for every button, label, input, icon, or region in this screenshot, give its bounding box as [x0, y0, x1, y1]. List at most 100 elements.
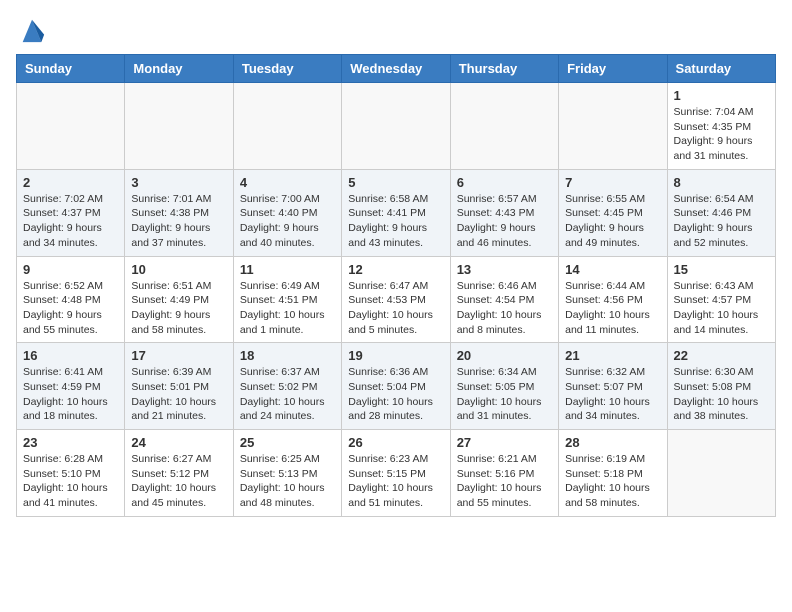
calendar-day-cell: 27 Sunrise: 6:21 AM Sunset: 5:16 PM Dayli… — [450, 430, 558, 517]
day-number: 8 — [674, 175, 769, 190]
calendar-day-cell: 25Sunrise: 6:25 AM Sunset: 5:13 PM Dayli… — [233, 430, 341, 517]
logo-icon — [18, 16, 46, 44]
day-number: 2 — [23, 175, 118, 190]
calendar-header-row: SundayMondayTuesdayWednesdayThursdayFrid… — [17, 55, 776, 83]
calendar-day-cell: 3 Sunrise: 7:01 AM Sunset: 4:38 PM Daylig… — [125, 169, 233, 256]
day-info: Sunrise: 6:36 AM Sunset: 5:04 PM Dayligh… — [348, 365, 443, 424]
day-number: 24 — [131, 435, 226, 450]
calendar-day-cell: 9 Sunrise: 6:52 AM Sunset: 4:48 PM Daylig… — [17, 256, 125, 343]
day-info: Sunrise: 6:55 AM Sunset: 4:45 PM Dayligh… — [565, 192, 660, 251]
calendar-day-cell: 7 Sunrise: 6:55 AM Sunset: 4:45 PM Daylig… — [559, 169, 667, 256]
calendar-day-cell: 5 Sunrise: 6:58 AM Sunset: 4:41 PM Daylig… — [342, 169, 450, 256]
calendar-day-cell: 23 Sunrise: 6:28 AM Sunset: 5:10 PM Dayli… — [17, 430, 125, 517]
calendar-day-cell: 21 Sunrise: 6:32 AM Sunset: 5:07 PM Dayli… — [559, 343, 667, 430]
calendar-day-cell: 6Sunrise: 6:57 AM Sunset: 4:43 PM Daylig… — [450, 169, 558, 256]
day-info: Sunrise: 7:02 AM Sunset: 4:37 PM Dayligh… — [23, 192, 118, 251]
calendar-day-cell: 14 Sunrise: 6:44 AM Sunset: 4:56 PM Dayli… — [559, 256, 667, 343]
day-info: Sunrise: 6:47 AM Sunset: 4:53 PM Dayligh… — [348, 279, 443, 338]
day-info: Sunrise: 6:54 AM Sunset: 4:46 PM Dayligh… — [674, 192, 769, 251]
day-info: Sunrise: 6:49 AM Sunset: 4:51 PM Dayligh… — [240, 279, 335, 338]
day-info: Sunrise: 6:19 AM Sunset: 5:18 PM Dayligh… — [565, 452, 660, 511]
day-number: 13 — [457, 262, 552, 277]
day-info: Sunrise: 6:52 AM Sunset: 4:48 PM Dayligh… — [23, 279, 118, 338]
calendar-day-cell — [667, 430, 775, 517]
calendar-day-cell: 17 Sunrise: 6:39 AM Sunset: 5:01 PM Dayli… — [125, 343, 233, 430]
calendar-week-row: 1 Sunrise: 7:04 AM Sunset: 4:35 PM Daylig… — [17, 83, 776, 170]
calendar-week-row: 9 Sunrise: 6:52 AM Sunset: 4:48 PM Daylig… — [17, 256, 776, 343]
day-number: 5 — [348, 175, 443, 190]
calendar-day-cell: 12 Sunrise: 6:47 AM Sunset: 4:53 PM Dayli… — [342, 256, 450, 343]
day-info: Sunrise: 6:27 AM Sunset: 5:12 PM Dayligh… — [131, 452, 226, 511]
day-number: 17 — [131, 348, 226, 363]
calendar-day-cell — [559, 83, 667, 170]
calendar-day-cell — [450, 83, 558, 170]
day-info: Sunrise: 6:44 AM Sunset: 4:56 PM Dayligh… — [565, 279, 660, 338]
calendar-day-header: Sunday — [17, 55, 125, 83]
calendar-day-cell: 16 Sunrise: 6:41 AM Sunset: 4:59 PM Dayli… — [17, 343, 125, 430]
calendar-week-row: 2 Sunrise: 7:02 AM Sunset: 4:37 PM Daylig… — [17, 169, 776, 256]
calendar-day-header: Thursday — [450, 55, 558, 83]
day-info: Sunrise: 6:51 AM Sunset: 4:49 PM Dayligh… — [131, 279, 226, 338]
day-info: Sunrise: 6:39 AM Sunset: 5:01 PM Dayligh… — [131, 365, 226, 424]
day-info: Sunrise: 7:00 AM Sunset: 4:40 PM Dayligh… — [240, 192, 335, 251]
day-number: 16 — [23, 348, 118, 363]
calendar-day-header: Friday — [559, 55, 667, 83]
day-number: 15 — [674, 262, 769, 277]
calendar-day-cell: 4 Sunrise: 7:00 AM Sunset: 4:40 PM Daylig… — [233, 169, 341, 256]
calendar-day-cell — [233, 83, 341, 170]
day-number: 27 — [457, 435, 552, 450]
calendar-day-cell: 1 Sunrise: 7:04 AM Sunset: 4:35 PM Daylig… — [667, 83, 775, 170]
day-info: Sunrise: 6:32 AM Sunset: 5:07 PM Dayligh… — [565, 365, 660, 424]
day-number: 18 — [240, 348, 335, 363]
day-info: Sunrise: 7:01 AM Sunset: 4:38 PM Dayligh… — [131, 192, 226, 251]
calendar-day-header: Tuesday — [233, 55, 341, 83]
calendar-day-cell: 8 Sunrise: 6:54 AM Sunset: 4:46 PM Daylig… — [667, 169, 775, 256]
calendar-day-cell — [125, 83, 233, 170]
calendar-week-row: 16 Sunrise: 6:41 AM Sunset: 4:59 PM Dayli… — [17, 343, 776, 430]
day-number: 14 — [565, 262, 660, 277]
day-info: Sunrise: 7:04 AM Sunset: 4:35 PM Dayligh… — [674, 105, 769, 164]
day-number: 28 — [565, 435, 660, 450]
calendar-table: SundayMondayTuesdayWednesdayThursdayFrid… — [16, 54, 776, 517]
day-number: 20 — [457, 348, 552, 363]
day-number: 12 — [348, 262, 443, 277]
day-info: Sunrise: 6:58 AM Sunset: 4:41 PM Dayligh… — [348, 192, 443, 251]
day-info: Sunrise: 6:37 AM Sunset: 5:02 PM Dayligh… — [240, 365, 335, 424]
calendar-day-cell — [17, 83, 125, 170]
day-number: 3 — [131, 175, 226, 190]
day-number: 4 — [240, 175, 335, 190]
logo — [16, 16, 46, 44]
day-number: 6 — [457, 175, 552, 190]
day-number: 1 — [674, 88, 769, 103]
day-number: 26 — [348, 435, 443, 450]
calendar-day-header: Monday — [125, 55, 233, 83]
day-number: 22 — [674, 348, 769, 363]
day-number: 23 — [23, 435, 118, 450]
day-info: Sunrise: 6:46 AM Sunset: 4:54 PM Dayligh… — [457, 279, 552, 338]
day-info: Sunrise: 6:41 AM Sunset: 4:59 PM Dayligh… — [23, 365, 118, 424]
calendar-day-cell: 28 Sunrise: 6:19 AM Sunset: 5:18 PM Dayli… — [559, 430, 667, 517]
day-number: 7 — [565, 175, 660, 190]
day-number: 19 — [348, 348, 443, 363]
calendar-day-cell: 11 Sunrise: 6:49 AM Sunset: 4:51 PM Dayli… — [233, 256, 341, 343]
day-info: Sunrise: 6:30 AM Sunset: 5:08 PM Dayligh… — [674, 365, 769, 424]
calendar-day-cell: 22 Sunrise: 6:30 AM Sunset: 5:08 PM Dayli… — [667, 343, 775, 430]
page-header — [16, 16, 776, 44]
day-number: 21 — [565, 348, 660, 363]
calendar-day-cell — [342, 83, 450, 170]
calendar-day-cell: 20 Sunrise: 6:34 AM Sunset: 5:05 PM Dayli… — [450, 343, 558, 430]
day-number: 9 — [23, 262, 118, 277]
calendar-day-header: Wednesday — [342, 55, 450, 83]
calendar-day-cell: 26 Sunrise: 6:23 AM Sunset: 5:15 PM Dayli… — [342, 430, 450, 517]
calendar-day-cell: 19 Sunrise: 6:36 AM Sunset: 5:04 PM Dayli… — [342, 343, 450, 430]
calendar-day-cell: 24 Sunrise: 6:27 AM Sunset: 5:12 PM Dayli… — [125, 430, 233, 517]
day-number: 11 — [240, 262, 335, 277]
day-info: Sunrise: 6:21 AM Sunset: 5:16 PM Dayligh… — [457, 452, 552, 511]
day-info: Sunrise: 6:23 AM Sunset: 5:15 PM Dayligh… — [348, 452, 443, 511]
day-info: Sunrise: 6:43 AM Sunset: 4:57 PM Dayligh… — [674, 279, 769, 338]
calendar-day-header: Saturday — [667, 55, 775, 83]
day-info: Sunrise: 6:28 AM Sunset: 5:10 PM Dayligh… — [23, 452, 118, 511]
day-number: 10 — [131, 262, 226, 277]
day-info: Sunrise: 6:34 AM Sunset: 5:05 PM Dayligh… — [457, 365, 552, 424]
calendar-day-cell: 13 Sunrise: 6:46 AM Sunset: 4:54 PM Dayli… — [450, 256, 558, 343]
